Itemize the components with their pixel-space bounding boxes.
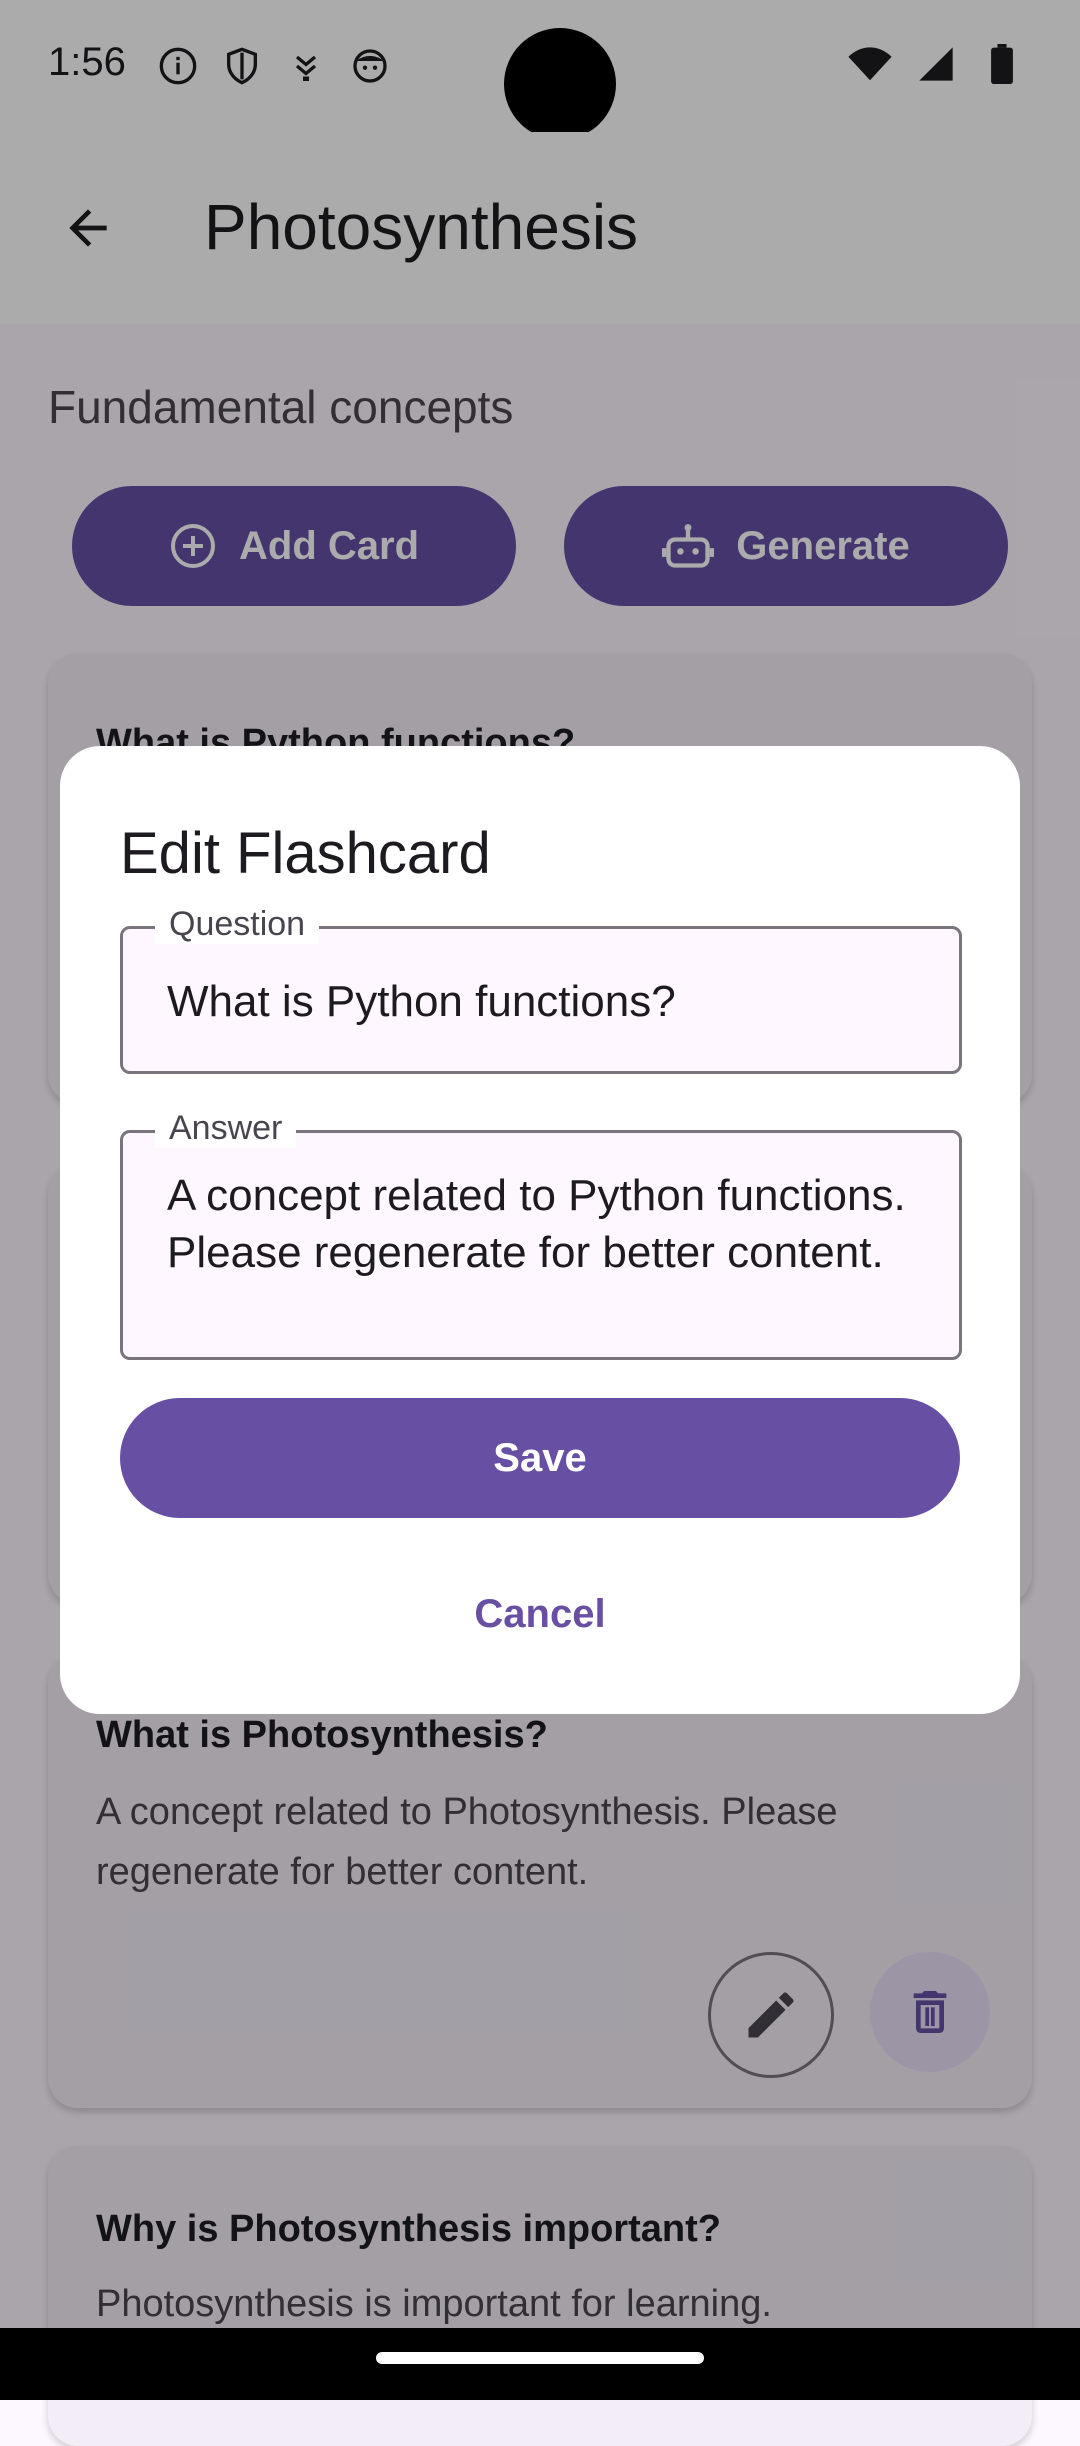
question-field-value[interactable]: What is Python functions? [167,973,927,1030]
save-button[interactable]: Save [120,1398,960,1518]
home-gesture-handle[interactable] [376,2352,704,2364]
navigation-bar [0,2328,1080,2400]
answer-field-value[interactable]: A concept related to Python functions. P… [167,1167,927,1281]
edit-flashcard-dialog: Edit Flashcard Question What is Python f… [60,746,1020,1714]
cancel-button[interactable]: Cancel [400,1566,680,1662]
answer-field-label: Answer [155,1109,297,1148]
question-field[interactable]: Question What is Python functions? [120,905,962,1074]
dialog-title: Edit Flashcard [120,821,491,886]
answer-field[interactable]: Answer A concept related to Python funct… [120,1109,962,1360]
question-field-label: Question [155,905,320,944]
